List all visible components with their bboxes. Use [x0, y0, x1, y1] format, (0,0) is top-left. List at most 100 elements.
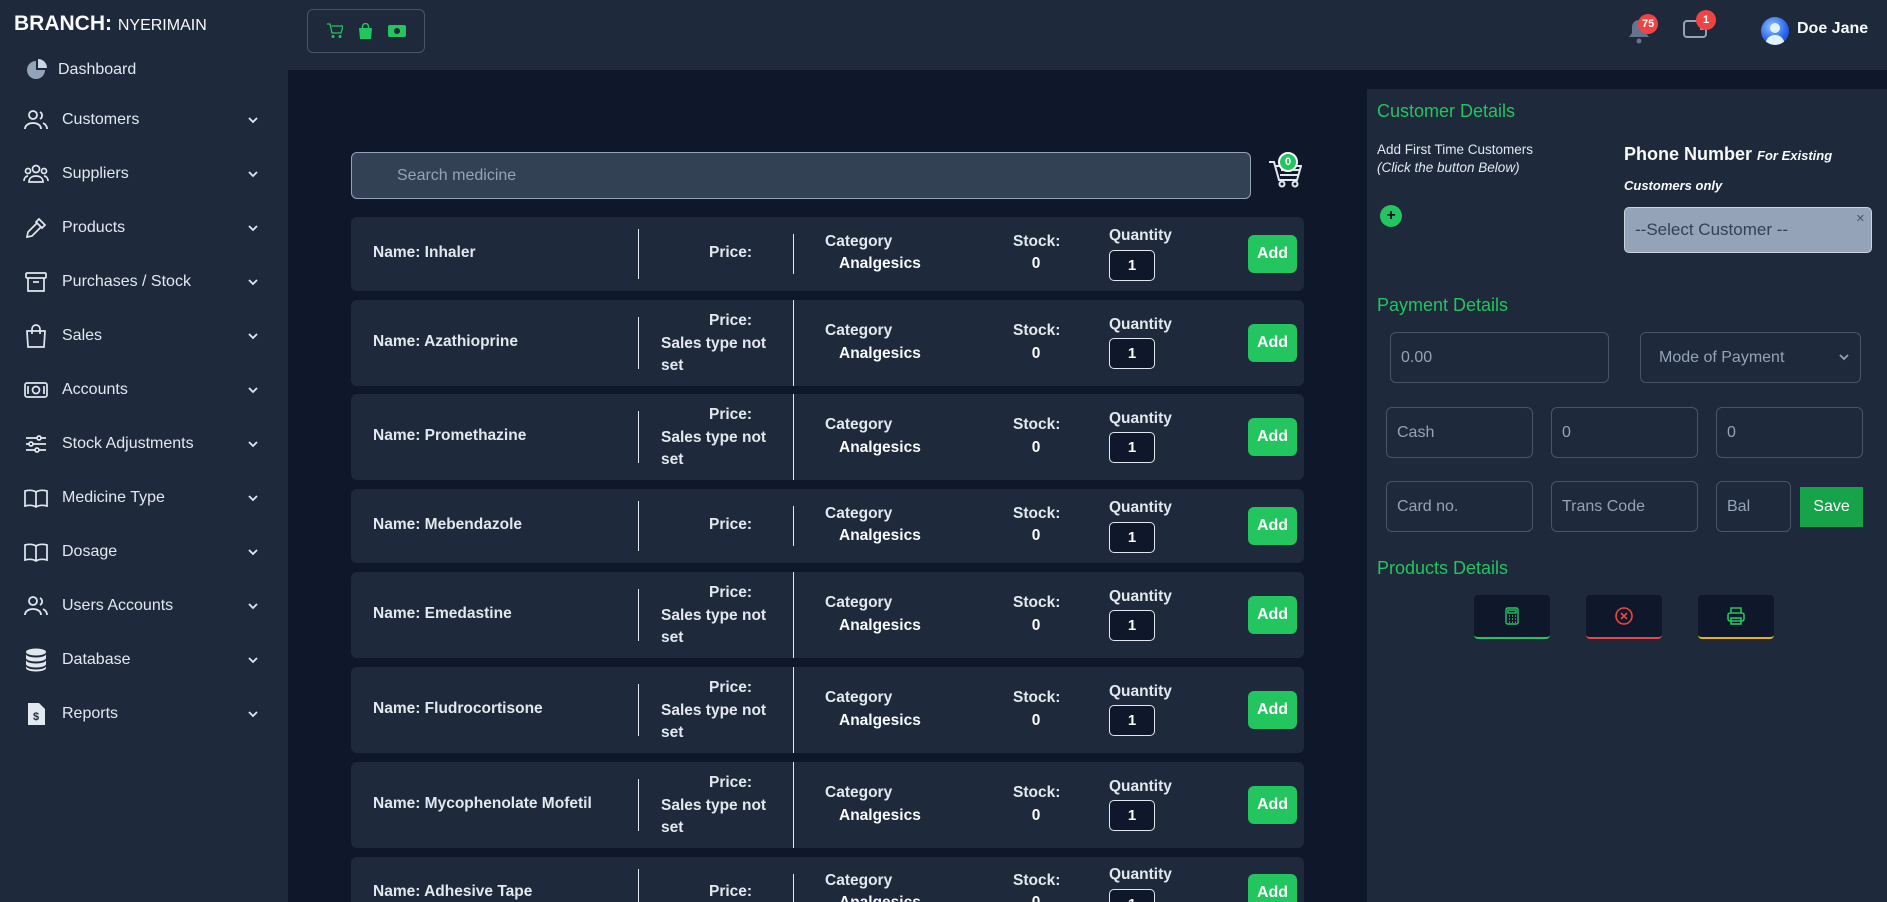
sidebar-item-stock-adjustments[interactable]: Stock Adjustments [22, 428, 270, 460]
balance-field[interactable]: Bal [1716, 481, 1791, 532]
sidebar-item-label: Reports [62, 705, 119, 722]
payment-mode-select[interactable]: Mode of Payment [1640, 332, 1861, 383]
money-icon[interactable] [387, 21, 407, 41]
cancel-button[interactable] [1586, 595, 1662, 639]
group-icon [22, 160, 50, 188]
amount-field[interactable]: 0.00 [1390, 332, 1609, 383]
sidebar-item-products[interactable]: Products [22, 212, 270, 244]
user-name[interactable]: Doe Jane [1797, 20, 1868, 38]
add-button[interactable]: Add [1248, 874, 1297, 902]
product-row: Name: Mebendazole Price: Category Analge… [351, 489, 1304, 563]
quantity-input[interactable] [1109, 800, 1155, 831]
divider [638, 501, 639, 551]
cash-icon [22, 376, 50, 404]
sidebar-item-users-accounts[interactable]: Users Accounts [22, 590, 270, 622]
cash-change-field[interactable]: 0 [1716, 407, 1863, 458]
quantity-input[interactable] [1109, 338, 1155, 369]
save-button[interactable]: Save [1800, 487, 1863, 527]
price-value: Sales type not set [661, 335, 767, 374]
quantity-label: Quantity [1109, 499, 1172, 516]
cash-placeholder: Cash [1397, 423, 1435, 441]
category-value: Analgesics [839, 894, 921, 902]
print-button[interactable] [1698, 595, 1774, 639]
stock-label: Stock: [1013, 505, 1061, 522]
add-button[interactable]: Add [1248, 235, 1297, 273]
divider [638, 317, 639, 369]
calculator-icon [1505, 607, 1519, 625]
calculator-button[interactable] [1474, 595, 1550, 639]
add-button[interactable]: Add [1248, 507, 1297, 545]
sidebar-item-label: Suppliers [62, 165, 129, 182]
product-name: Name: Inhaler [373, 244, 476, 261]
sidebar-item-sales[interactable]: Sales [22, 320, 270, 352]
cart-count-badge: 0 [1278, 152, 1298, 172]
trans-code-field[interactable]: Trans Code [1551, 481, 1698, 532]
sidebar-item-customers[interactable]: Customers [22, 104, 270, 136]
quantity-input[interactable] [1109, 250, 1155, 281]
sidebar-item-label: Products [62, 219, 126, 236]
quantity-input[interactable] [1109, 432, 1155, 463]
quantity-input[interactable] [1109, 522, 1155, 553]
book-icon [22, 538, 50, 566]
add-customer-button[interactable]: + [1380, 205, 1402, 227]
cart-icon[interactable] [325, 21, 345, 41]
avatar[interactable] [1761, 17, 1789, 45]
sidebar-item-label: Accounts [62, 381, 128, 398]
balance-placeholder: Bal [1727, 497, 1751, 515]
chevron-down-icon [248, 171, 258, 178]
category-value: Analgesics [839, 807, 921, 824]
payment-details-title: Payment Details [1377, 295, 1509, 315]
sidebar-item-dashboard[interactable]: Dashboard [22, 54, 270, 86]
sidebar-item-purchases-stock[interactable]: Purchases / Stock [22, 266, 270, 298]
quantity-label: Quantity [1109, 683, 1172, 700]
divider [638, 684, 639, 736]
sidebar-item-label: Users Accounts [62, 597, 174, 614]
wallet-badge: 1 [1696, 10, 1716, 30]
stock-label: Stock: [1013, 416, 1061, 433]
quantity-input[interactable] [1109, 705, 1155, 736]
database-icon [22, 646, 50, 674]
category-label: Category [825, 416, 893, 433]
divider [793, 572, 794, 658]
stock-value: 0 [1031, 255, 1041, 272]
quantity-label: Quantity [1109, 778, 1172, 795]
product-row: Name: Emedastine Price: Sales type not s… [351, 572, 1304, 658]
add-button[interactable]: Add [1248, 418, 1297, 456]
sidebar-item-database[interactable]: Database [22, 644, 270, 676]
product-name: Name: Emedastine [373, 605, 512, 622]
stock-label: Stock: [1013, 594, 1061, 611]
add-button[interactable]: Add [1248, 691, 1297, 729]
wallet-button[interactable]: 1 [1682, 10, 1716, 44]
notifications-button[interactable]: 75 [1627, 14, 1659, 46]
sidebar-item-reports[interactable]: $ Reports [22, 698, 270, 730]
quantity-label: Quantity [1109, 866, 1172, 883]
sidebar-item-suppliers[interactable]: Suppliers [22, 158, 270, 190]
divider [638, 589, 639, 641]
cash-amount-placeholder: 0 [1562, 423, 1571, 441]
stock-label: Stock: [1013, 233, 1061, 250]
phone-label-text: Phone Number [1624, 144, 1753, 164]
category-label: Category [825, 322, 893, 339]
card-number-field[interactable]: Card no. [1386, 481, 1533, 532]
cash-field[interactable]: Cash [1386, 407, 1533, 458]
customer-select-value: --Select Customer -- [1635, 220, 1789, 239]
price-label: Price: [709, 883, 753, 900]
sidebar-item-accounts[interactable]: Accounts [22, 374, 270, 406]
search-input[interactable] [351, 152, 1251, 199]
customer-select[interactable]: --Select Customer -- ✕ [1624, 207, 1872, 253]
category-label: Category [825, 233, 893, 250]
quantity-input[interactable] [1109, 889, 1155, 902]
quantity-input[interactable] [1109, 610, 1155, 641]
add-button[interactable]: Add [1248, 324, 1297, 362]
sidebar-item-medicine-type[interactable]: Medicine Type [22, 482, 270, 514]
stock-label: Stock: [1013, 872, 1061, 889]
category-value: Analgesics [839, 255, 921, 272]
add-button[interactable]: Add [1248, 786, 1297, 824]
add-button[interactable]: Add [1248, 596, 1297, 634]
bag-icon[interactable] [356, 21, 376, 41]
price-value: Sales type not set [661, 702, 767, 741]
cash-amount-field[interactable]: 0 [1551, 407, 1698, 458]
clear-icon[interactable]: ✕ [1856, 212, 1865, 225]
sidebar-item-dosage[interactable]: Dosage [22, 536, 270, 568]
sidebar-item-label: Sales [62, 327, 103, 344]
